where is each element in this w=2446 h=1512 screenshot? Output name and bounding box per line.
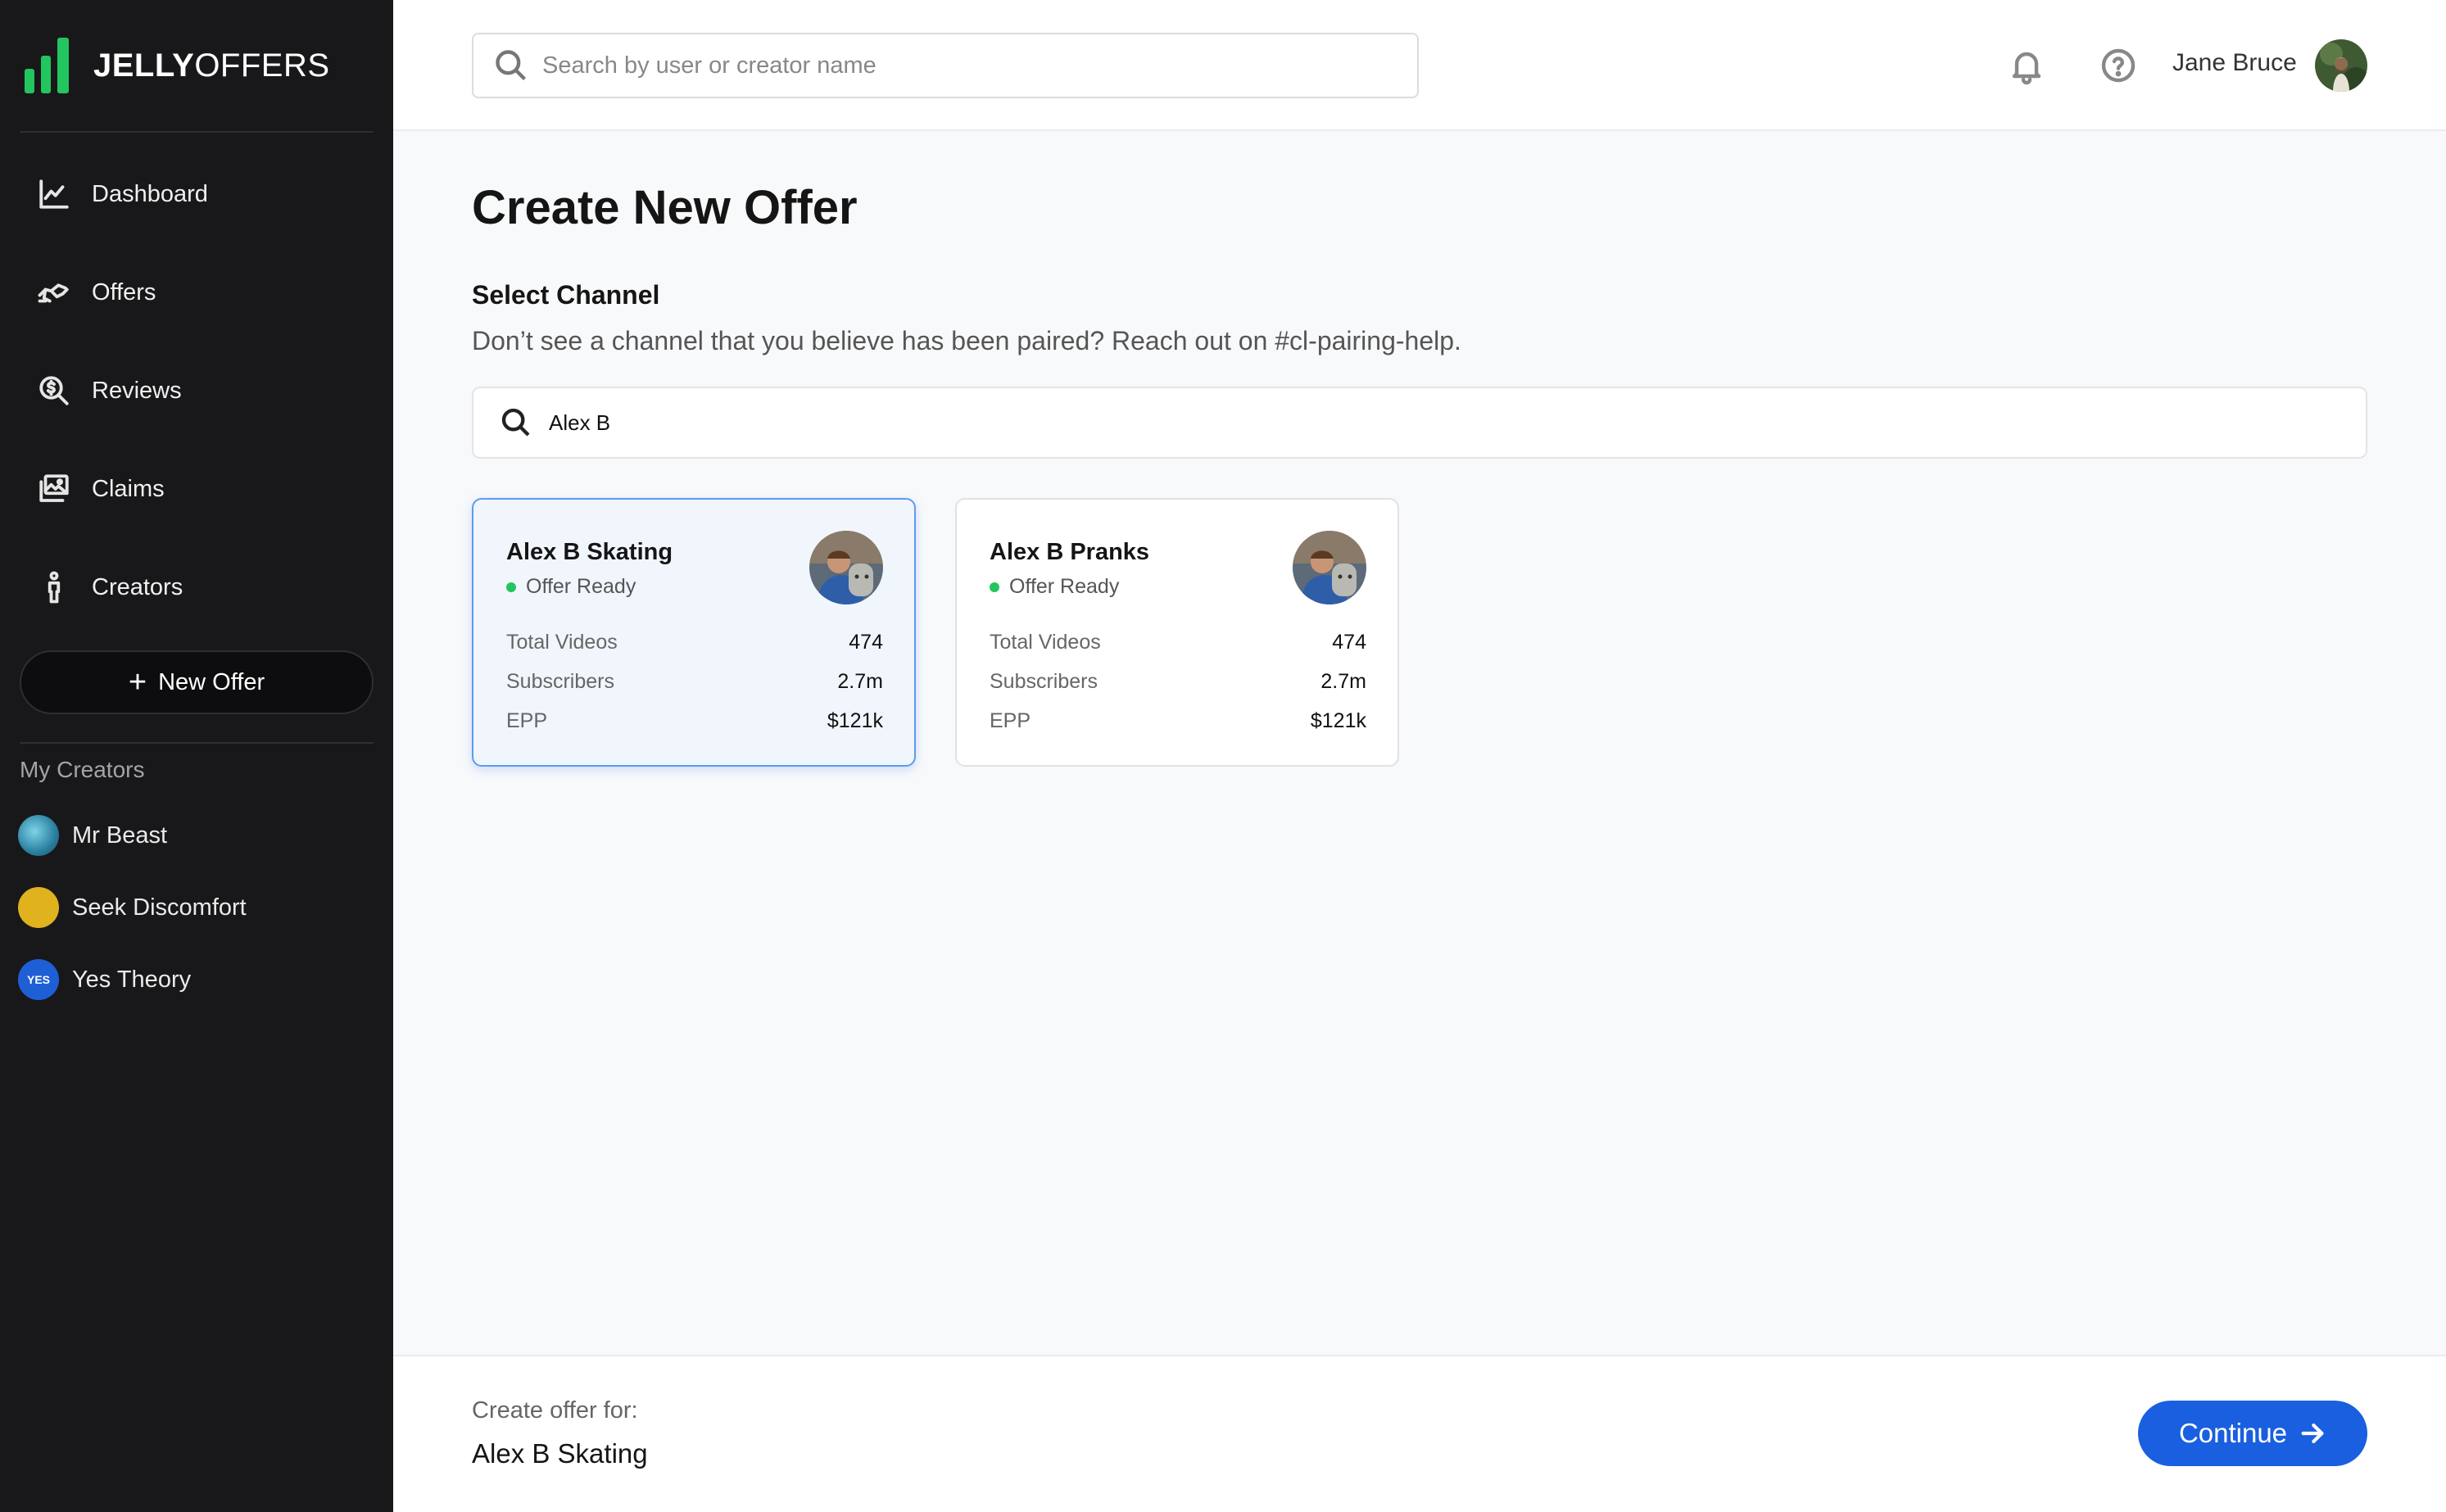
user-name[interactable]: Jane Bruce xyxy=(2172,49,2297,77)
sidebar-divider xyxy=(20,131,374,133)
global-search-input[interactable] xyxy=(542,52,1361,79)
images-icon xyxy=(34,469,74,509)
stat-label: Total Videos xyxy=(506,631,618,654)
new-offer-button[interactable]: + New Offer xyxy=(20,650,374,714)
stat-label: Subscribers xyxy=(506,670,614,693)
channel-name: Alex B Pranks xyxy=(990,539,1150,565)
stat-value: 474 xyxy=(1332,631,1366,654)
select-channel-heading: Select Channel xyxy=(472,280,660,310)
stat-value: $121k xyxy=(827,709,883,732)
stat-label: EPP xyxy=(990,709,1031,732)
stat-row: EPP $121k xyxy=(990,709,1366,733)
help-icon[interactable] xyxy=(2099,46,2138,85)
person-icon xyxy=(34,568,74,607)
sidebar-item-label: Reviews xyxy=(92,377,182,404)
creator-item-mr-beast[interactable]: Mr Beast xyxy=(18,811,167,860)
yes-theory-avatar: YES xyxy=(18,959,59,1000)
status-dot-icon xyxy=(506,582,516,592)
sidebar: JELLYOFFERS Dashboard Offers Reviews Cla… xyxy=(0,0,393,1512)
channel-card-alex-b-skating[interactable]: Alex B Skating Offer Ready Total Videos … xyxy=(472,498,916,767)
stat-label: EPP xyxy=(506,709,548,732)
stat-row: Subscribers 2.7m xyxy=(990,670,1366,694)
mr-beast-avatar xyxy=(18,815,59,856)
channel-card-alex-b-pranks[interactable]: Alex B Pranks Offer Ready Total Videos 4… xyxy=(955,498,1399,767)
channel-avatar xyxy=(1293,531,1366,604)
stat-label: Total Videos xyxy=(990,631,1101,654)
sidebar-item-reviews[interactable]: Reviews xyxy=(20,354,374,428)
search-icon xyxy=(501,408,530,437)
selected-channel-name: Alex B Skating xyxy=(472,1438,648,1469)
select-channel-hint: Don’t see a channel that you believe has… xyxy=(472,326,1461,355)
new-offer-label: New Offer xyxy=(158,668,265,695)
handshake-icon xyxy=(34,273,74,312)
logo-bars-icon xyxy=(25,38,69,93)
status-text: Offer Ready xyxy=(526,575,636,598)
channel-search[interactable] xyxy=(472,387,2367,459)
stat-value: 2.7m xyxy=(837,670,883,693)
sidebar-item-label: Claims xyxy=(92,475,165,502)
continue-button[interactable]: Continue xyxy=(2138,1401,2367,1466)
creator-name: Mr Beast xyxy=(72,822,168,849)
my-creators-heading: My Creators xyxy=(20,757,145,782)
plus-icon: + xyxy=(128,665,147,699)
global-search[interactable] xyxy=(472,33,1419,98)
creator-name: Yes Theory xyxy=(72,966,192,993)
stat-row: Total Videos 474 xyxy=(506,631,883,654)
channel-search-input[interactable] xyxy=(549,410,2187,436)
sidebar-divider xyxy=(20,742,374,744)
stat-label: Subscribers xyxy=(990,670,1098,693)
status-dot-icon xyxy=(990,582,999,592)
stat-value: 2.7m xyxy=(1320,670,1366,693)
footer-bar: Create offer for: Alex B Skating Continu… xyxy=(393,1355,2446,1512)
status-badge: Offer Ready xyxy=(506,575,636,599)
continue-label: Continue xyxy=(2178,1418,2288,1448)
stat-value: $121k xyxy=(1310,709,1366,732)
page-title: Create New Offer xyxy=(472,181,858,234)
bell-icon[interactable] xyxy=(2007,46,2046,85)
stat-row: Subscribers 2.7m xyxy=(506,670,883,694)
sidebar-item-offers[interactable]: Offers xyxy=(20,256,374,329)
logo-text: JELLYOFFERS xyxy=(93,47,330,84)
sidebar-item-claims[interactable]: Claims xyxy=(20,452,374,526)
channel-avatar xyxy=(809,531,883,604)
status-badge: Offer Ready xyxy=(990,575,1119,599)
chart-line-icon xyxy=(34,174,74,214)
stat-value: 474 xyxy=(849,631,883,654)
creator-name: Seek Discomfort xyxy=(72,894,247,921)
sidebar-item-dashboard[interactable]: Dashboard xyxy=(20,157,374,231)
stat-row: EPP $121k xyxy=(506,709,883,733)
top-bar: Jane Bruce xyxy=(393,0,2446,131)
user-avatar[interactable] xyxy=(2315,39,2367,92)
search-icon xyxy=(496,50,527,81)
create-offer-for-label: Create offer for: xyxy=(472,1397,638,1424)
arrow-right-icon xyxy=(2301,1423,2324,1444)
creator-item-seek-discomfort[interactable]: Seek Discomfort xyxy=(18,883,247,932)
sidebar-item-label: Offers xyxy=(92,278,156,306)
sidebar-item-label: Dashboard xyxy=(92,180,208,207)
creator-item-yes-theory[interactable]: YES Yes Theory xyxy=(18,955,191,1004)
seek-discomfort-avatar xyxy=(18,887,59,928)
sidebar-item-creators[interactable]: Creators xyxy=(20,550,374,624)
dollar-search-icon xyxy=(34,371,74,410)
stat-row: Total Videos 474 xyxy=(990,631,1366,654)
status-text: Offer Ready xyxy=(1009,575,1120,598)
sidebar-item-label: Creators xyxy=(92,573,183,600)
channel-name: Alex B Skating xyxy=(506,539,673,565)
logo[interactable]: JELLYOFFERS xyxy=(25,36,330,95)
